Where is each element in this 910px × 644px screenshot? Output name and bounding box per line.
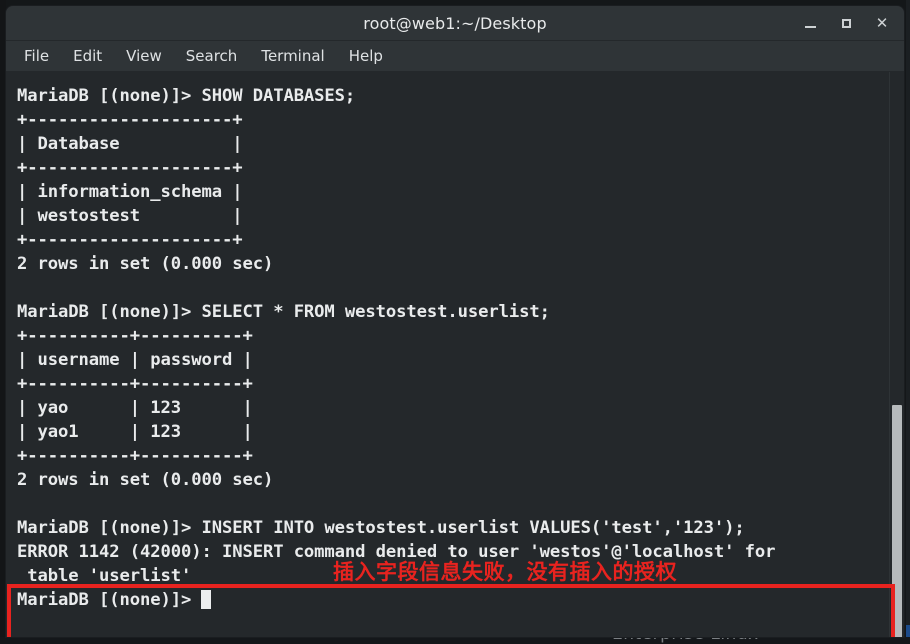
maximize-icon	[841, 18, 851, 28]
minimize-button[interactable]	[802, 15, 818, 31]
menu-item-file[interactable]: File	[22, 45, 51, 67]
terminal-cursor	[201, 590, 212, 609]
terminal-line: | yao1 | 123 |	[17, 422, 253, 442]
window-controls: ✕	[802, 6, 896, 40]
close-button[interactable]: ✕	[874, 15, 890, 31]
desktop-right-edge	[906, 0, 910, 637]
terminal-line: | yao | 123 |	[17, 398, 253, 418]
terminal-line: MariaDB [(none)]> INSERT INTO westostest…	[17, 518, 745, 538]
terminal-output-area[interactable]: MariaDB [(none)]> SHOW DATABASES; +------…	[6, 72, 890, 637]
terminal-line: +--------------------+	[17, 230, 243, 250]
terminal-line: | username | password |	[17, 350, 253, 370]
menu-item-view[interactable]: View	[124, 45, 164, 67]
terminal-line: MariaDB [(none)]> SHOW DATABASES;	[17, 86, 356, 106]
window-titlebar[interactable]: root@web1:~/Desktop ✕	[6, 6, 904, 41]
menu-item-help[interactable]: Help	[347, 45, 385, 67]
terminal-line: | information_schema |	[17, 182, 243, 202]
menu-item-terminal[interactable]: Terminal	[259, 45, 326, 67]
window-title: root@web1:~/Desktop	[363, 13, 547, 33]
terminal-line: +----------+----------+	[17, 374, 253, 394]
menubar: File Edit View Search Terminal Help	[6, 41, 904, 72]
menu-item-edit[interactable]: Edit	[71, 45, 104, 67]
terminal-body: MariaDB [(none)]> SHOW DATABASES; +------…	[6, 72, 904, 637]
annotation-text: 插入字段信息失败，没有插入的授权	[333, 560, 677, 584]
terminal-scrollbar[interactable]	[889, 72, 904, 637]
terminal-line: 2 rows in set (0.000 sec)	[17, 254, 274, 274]
terminal-line: | Database |	[17, 134, 243, 154]
terminal-line: MariaDB [(none)]>	[17, 588, 775, 612]
terminal-text: MariaDB [(none)]> SHOW DATABASES; +------…	[17, 84, 775, 612]
maximize-button[interactable]	[838, 15, 854, 31]
terminal-line: +----------+----------+	[17, 326, 253, 346]
terminal-line: +----------+----------+	[17, 446, 253, 466]
close-icon: ✕	[875, 13, 889, 32]
terminal-line: 2 rows in set (0.000 sec)	[17, 470, 274, 490]
terminal-line: | westostest |	[17, 206, 243, 226]
menu-item-search[interactable]: Search	[184, 45, 240, 67]
terminal-line: MariaDB [(none)]> SELECT * FROM westoste…	[17, 302, 550, 322]
desktop-accent-marker	[906, 625, 910, 637]
terminal-line: +--------------------+	[17, 158, 243, 178]
terminal-window: root@web1:~/Desktop ✕ File Edit View Sea…	[6, 6, 904, 637]
minimize-icon	[804, 25, 816, 28]
scrollbar-thumb[interactable]	[892, 405, 902, 637]
terminal-line: +--------------------+	[17, 110, 243, 130]
